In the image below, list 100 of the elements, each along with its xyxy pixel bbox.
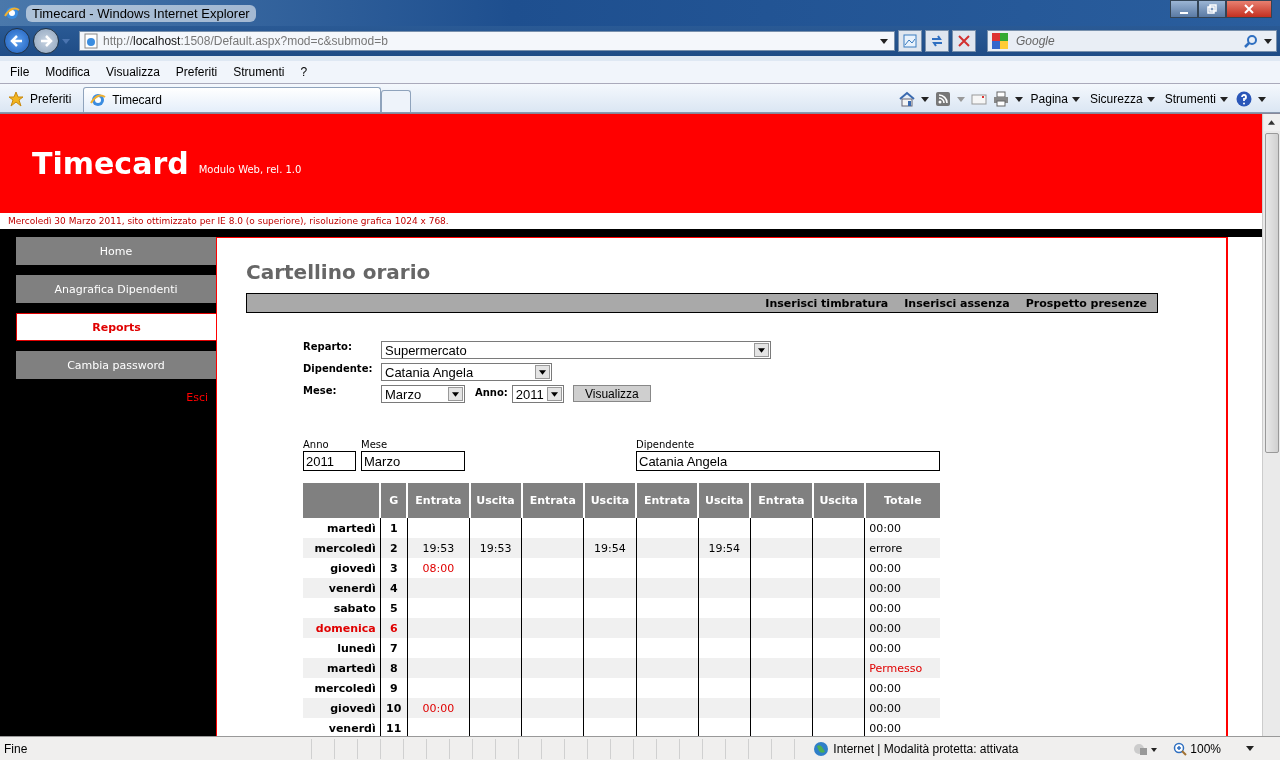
action-link[interactable]: Inserisci timbratura [765, 296, 889, 310]
day-cell: martedì [303, 658, 381, 678]
menu-item[interactable]: Preferiti [175, 65, 218, 79]
printer-icon[interactable] [992, 91, 1009, 107]
back-button[interactable] [4, 28, 30, 54]
caret-icon[interactable] [1264, 38, 1272, 44]
favorites-button[interactable]: Preferiti [4, 86, 84, 112]
time-cell: 19:54 [698, 538, 751, 558]
year-select[interactable]: 2011 [511, 385, 564, 403]
menu-item[interactable]: Visualizza [106, 65, 160, 79]
date-cell: 8 [380, 658, 408, 678]
total-cell: 00:00 [864, 718, 940, 736]
total-cell: 00:00 [864, 698, 940, 718]
lock-icon[interactable] [1133, 741, 1158, 756]
action-link[interactable]: Inserisci assenza [904, 296, 1010, 310]
sidebar-item[interactable]: Anagrafica Dipendenti [16, 275, 216, 303]
view-button[interactable]: Visualizza [572, 385, 651, 402]
zoom-button[interactable]: 100% [1173, 741, 1254, 756]
home-icon[interactable] [898, 91, 915, 107]
command-menu[interactable]: Pagina [1028, 92, 1082, 106]
logout-link[interactable]: Esci [186, 391, 208, 404]
menu-item[interactable]: Strumenti [233, 65, 285, 79]
employee-field[interactable]: Catania Angela [636, 451, 940, 471]
column-header: Totale [864, 483, 940, 518]
feed-icon[interactable] [934, 91, 951, 107]
browser-logo-icon [4, 5, 20, 21]
employee-select[interactable]: Catania Angela [381, 363, 552, 381]
minimize-icon [1180, 11, 1188, 14]
sidebar-item[interactable]: Home [16, 237, 216, 265]
menu-item[interactable]: Modifica [45, 65, 91, 79]
month-field[interactable]: Marzo [361, 451, 465, 471]
security-zone: Internet | Modalità protetta: attivata [813, 740, 1134, 757]
search-icon[interactable] [1244, 34, 1258, 48]
status-text: Fine [4, 741, 29, 756]
compatibility-button[interactable] [898, 30, 922, 52]
day-cell: mercoledì [303, 538, 381, 558]
time-cell: 19:53 [469, 538, 522, 558]
search-box[interactable]: Google [987, 30, 1277, 52]
total-cell: 00:00 [864, 518, 940, 538]
refresh-button[interactable] [925, 30, 949, 52]
total-cell: 00:00 [864, 678, 940, 698]
command-menu[interactable]: Strumenti [1162, 92, 1230, 106]
day-cell: domenica [303, 618, 381, 638]
field-label: Dipendente [636, 439, 696, 451]
forward-button[interactable] [33, 28, 59, 54]
time-cell: 00:00 [407, 698, 470, 718]
page-title: Cartellino orario [246, 260, 432, 284]
site-subtitle: Modulo Web, rel. 1.0 [198, 164, 302, 175]
column-header: G [380, 483, 408, 518]
help-icon[interactable] [1236, 91, 1252, 107]
sidebar-item[interactable]: Cambia password [16, 351, 216, 379]
total-cell: 00:00 [864, 598, 940, 618]
site-title: Timecard [32, 146, 189, 181]
date-cell: 10 [380, 698, 408, 718]
arrow-right-icon [38, 33, 54, 49]
caret-icon[interactable] [920, 96, 929, 102]
address-field[interactable]: http://localhost:1508/Default.aspx?mod=c&submod=b [79, 31, 895, 51]
field-label: Anno: [475, 387, 508, 398]
restore-button[interactable] [1198, 0, 1226, 18]
menu-item[interactable]: File [10, 65, 30, 79]
caret-icon [1220, 96, 1228, 102]
minimize-button[interactable] [1170, 0, 1198, 18]
total-cell: errore [864, 538, 940, 558]
search-field[interactable]: Google [1014, 33, 1238, 49]
close-icon [1244, 4, 1254, 14]
date-cell: 2 [380, 538, 408, 558]
total-cell: Permesso [864, 658, 940, 678]
total-cell: 00:00 [864, 618, 940, 638]
stop-button[interactable] [952, 30, 976, 52]
zoom-in-icon [1173, 741, 1188, 756]
total-cell: 00:00 [864, 578, 940, 598]
date-cell: 4 [380, 578, 408, 598]
command-menu[interactable]: Sicurezza [1087, 92, 1157, 106]
scrollbar[interactable] [1262, 114, 1280, 736]
window-title: Timecard - Windows Internet Explorer [26, 4, 256, 22]
globe-icon [813, 740, 830, 757]
action-link[interactable]: Prospetto presenze [1025, 296, 1147, 310]
department-select[interactable]: Supermercato [381, 341, 771, 359]
caret-icon[interactable] [880, 38, 888, 44]
close-button[interactable] [1226, 0, 1272, 18]
menu-item[interactable]: ? [300, 65, 308, 79]
month-select[interactable]: Marzo [381, 385, 465, 403]
caret-icon[interactable] [1258, 96, 1266, 102]
caret-icon [1071, 96, 1080, 102]
column-header: Entrata [407, 483, 470, 518]
column-header: Entrata [750, 483, 813, 518]
date-cell: 6 [380, 618, 408, 638]
field-label: Reparto: [303, 341, 353, 352]
column-header: Entrata [521, 483, 584, 518]
day-cell: giovedì [303, 698, 381, 718]
sidebar-item[interactable]: Reports [16, 313, 216, 341]
stop-icon [957, 34, 971, 48]
caret-icon [1246, 746, 1254, 751]
scrollbar-thumb[interactable] [1264, 133, 1279, 453]
year-field[interactable]: 2011 [303, 451, 356, 471]
field-label: Dipendente: [303, 363, 374, 374]
scroll-up-button[interactable] [1263, 114, 1280, 131]
column-header: Uscita [812, 483, 865, 518]
caret-icon[interactable] [1014, 96, 1023, 102]
browser-tab[interactable]: Timecard [83, 87, 382, 112]
